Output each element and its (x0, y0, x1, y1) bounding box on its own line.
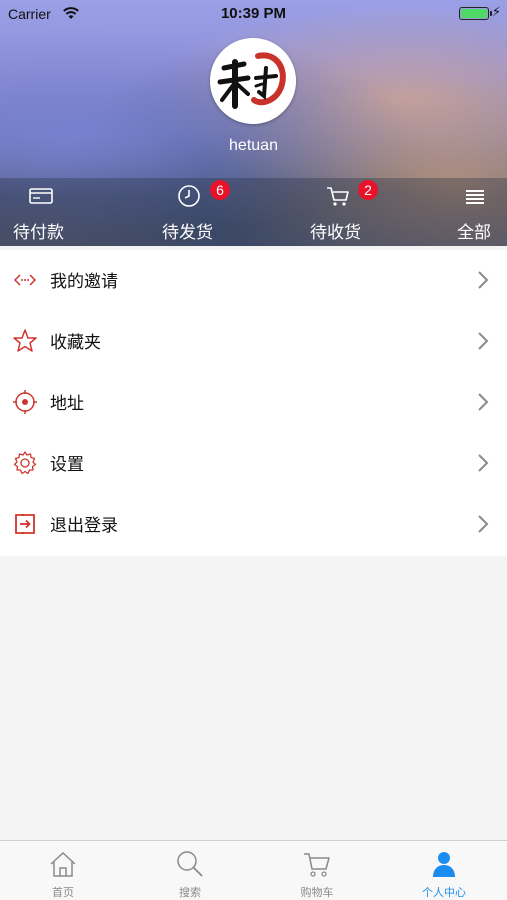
order-badge: 6 (210, 180, 230, 200)
gear-icon (13, 451, 37, 475)
card-icon (29, 188, 53, 204)
invite-icon (13, 274, 37, 286)
home-icon (50, 851, 76, 877)
chevron-right-icon (478, 515, 489, 533)
tab-label: 搜索 (179, 886, 201, 899)
order-all[interactable]: 全部 (440, 178, 507, 246)
tab-label: 个人中心 (422, 886, 466, 899)
status-time: 10:39 PM (220, 5, 287, 22)
profile-menu: 我的邀请 收藏夹 地址 设置 退出登录 (0, 250, 507, 556)
order-label: 待付款 (13, 223, 64, 243)
tab-label: 购物车 (300, 886, 334, 899)
cart-icon (304, 853, 330, 877)
tab-search[interactable]: 搜索 (127, 841, 253, 900)
chevron-right-icon (478, 332, 489, 350)
tab-bar: 首页 搜索 购物车 个人中心 (0, 840, 507, 900)
menu-item-settings[interactable]: 设置 (0, 433, 507, 494)
avatar[interactable] (210, 38, 296, 124)
menu-item-logout[interactable]: 退出登录 (0, 494, 507, 555)
hetuan-logo-avatar (210, 38, 296, 124)
menu-item-favorites[interactable]: 收藏夹 (0, 311, 507, 372)
menu-label: 设置 (50, 455, 84, 475)
list-icon (466, 190, 484, 204)
tab-profile[interactable]: 个人中心 (381, 841, 507, 900)
menu-item-invite[interactable]: 我的邀请 (0, 250, 507, 311)
menu-label: 地址 (50, 394, 84, 414)
cart-icon (327, 187, 349, 206)
clock-icon (178, 185, 200, 207)
order-pending-payment[interactable]: 待付款 (0, 178, 120, 246)
menu-label: 收藏夹 (50, 333, 101, 353)
chevron-right-icon (478, 271, 489, 289)
username: hetuan (229, 137, 278, 154)
battery-icon (459, 7, 492, 20)
menu-item-address[interactable]: 地址 (0, 372, 507, 433)
profile-header: Carrier 10:39 PM ⚡ hetuan 待付款 6 待发货 2 待收… (0, 0, 507, 246)
order-label: 待发货 (162, 223, 213, 243)
tab-home[interactable]: 首页 (0, 841, 126, 900)
location-icon (13, 390, 37, 414)
menu-label: 我的邀请 (50, 272, 118, 292)
chevron-right-icon (478, 393, 489, 411)
order-label: 待收货 (310, 223, 361, 243)
tab-label: 首页 (52, 886, 74, 899)
tab-cart[interactable]: 购物车 (254, 841, 380, 900)
star-icon (13, 329, 37, 352)
order-pending-shipment[interactable]: 6 待发货 (150, 178, 260, 246)
order-status-bar: 待付款 6 待发货 2 待收货 全部 (0, 178, 507, 246)
status-bar: Carrier 10:39 PM ⚡ (0, 0, 507, 28)
order-pending-receipt[interactable]: 2 待收货 (298, 178, 408, 246)
logout-icon (15, 514, 35, 534)
chevron-right-icon (478, 454, 489, 472)
order-badge: 2 (358, 180, 378, 200)
person-icon (433, 852, 455, 877)
search-icon (177, 851, 203, 877)
charging-icon: ⚡ (491, 5, 501, 20)
order-label: 全部 (457, 223, 491, 243)
menu-label: 退出登录 (50, 516, 118, 536)
